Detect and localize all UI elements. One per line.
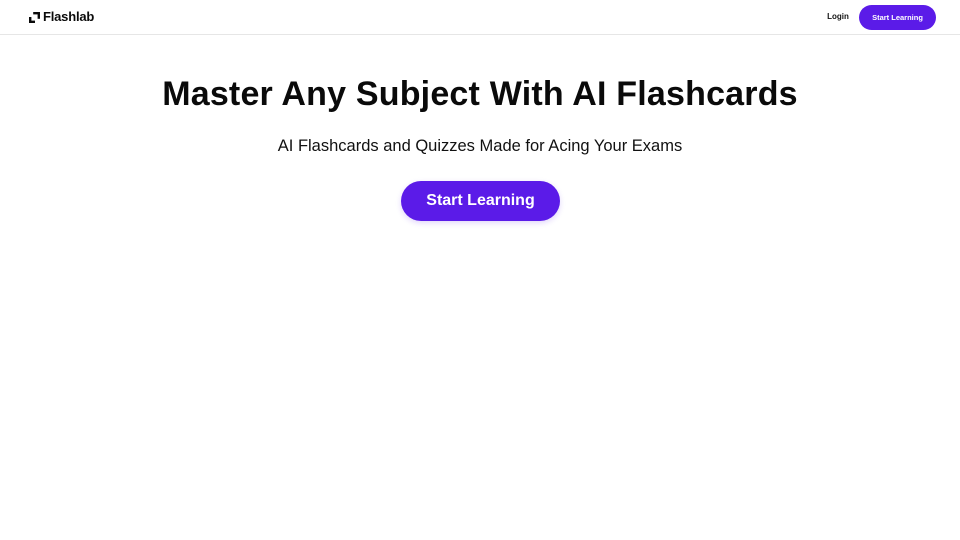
nav-start-learning-button[interactable]: Start Learning (859, 5, 936, 30)
brand-logo-link[interactable]: Flashlab (29, 10, 94, 24)
top-navbar: Flashlab Login Start Learning (0, 0, 960, 35)
brand-name: Flashlab (43, 9, 95, 24)
flashlab-logo-icon (29, 11, 40, 23)
hero-title: Master Any Subject With AI Flashcards (162, 75, 798, 113)
login-link[interactable]: Login (822, 11, 854, 23)
hero-start-learning-button[interactable]: Start Learning (401, 181, 560, 221)
hero-subtitle: AI Flashcards and Quizzes Made for Acing… (277, 137, 683, 155)
